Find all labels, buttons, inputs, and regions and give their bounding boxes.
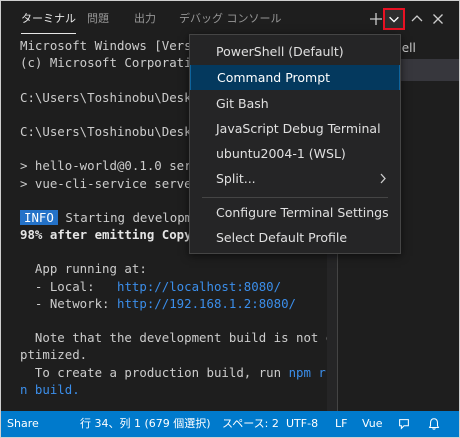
notifications-button[interactable] (427, 411, 441, 437)
npm-run-cont-text: n (20, 381, 35, 397)
plus-icon (370, 13, 382, 25)
terminal-line-network: - Network: http://192.168.1.2:8080/ (20, 295, 336, 312)
split-label: Split... (216, 171, 256, 186)
feedback-icon (399, 419, 409, 430)
menu-item-select-default-profile[interactable]: Select Default Profile (190, 225, 400, 250)
indentation-status[interactable]: スペース: 2 (222, 411, 279, 437)
local-url-link[interactable]: http://localhost:8080/ (117, 279, 281, 294)
tab-problems[interactable]: 問題 (87, 1, 109, 37)
tab-debug-console[interactable]: デバッグ コンソール (179, 1, 282, 37)
build-text: To create a production build, run (20, 364, 289, 380)
feedback-button[interactable] (397, 411, 411, 437)
chevron-down-icon (389, 16, 399, 23)
cursor-position-status[interactable]: 行 34、列 1 (679 個選択) (80, 411, 211, 437)
close-icon (433, 14, 443, 24)
info-text: Starting developm (65, 209, 193, 225)
menu-item-split[interactable]: Split... (190, 166, 400, 191)
vscode-panel: ターミナル 問題 出力 デバッグ コンソール Microsoft Windows (0, 0, 460, 438)
status-bar: Share 行 34、列 1 (679 個選択) スペース: 2 UTF-8 L… (1, 411, 459, 437)
terminal-line: App running at: (20, 261, 147, 277)
share-status-item[interactable]: Share (7, 411, 39, 437)
menu-item-powershell[interactable]: PowerShell (Default) (190, 39, 400, 64)
menu-item-configure-terminal-settings[interactable]: Configure Terminal Settings (190, 200, 400, 225)
close-panel-button[interactable] (428, 9, 448, 29)
build-word: build. (34, 381, 80, 397)
panel-header: ターミナル 問題 出力 デバッグ コンソール (1, 1, 459, 37)
encoding-status[interactable]: UTF-8 (286, 411, 318, 437)
network-url-link[interactable]: http://192.168.1.2:8080/ (117, 296, 296, 311)
local-label: - Local: (20, 278, 117, 294)
chevron-up-icon (411, 15, 423, 22)
launch-profile-menu: PowerShell (Default) Command Prompt Git … (189, 34, 401, 254)
terminal-line-build: To create a production build, run npm ru (20, 364, 336, 381)
chevron-right-icon (378, 166, 388, 200)
terminal-line: Note that the development build is not o (20, 330, 334, 346)
bell-icon (428, 418, 440, 430)
terminal-line: ptimized. (20, 347, 88, 363)
menu-separator (202, 197, 388, 198)
launch-profile-dropdown-button[interactable] (383, 8, 405, 30)
tab-terminal[interactable]: ターミナル (21, 1, 76, 37)
network-label: - Network: (20, 295, 117, 311)
menu-item-javascript-debug-terminal[interactable]: JavaScript Debug Terminal (190, 116, 400, 141)
menu-item-ubuntu-wsl[interactable]: ubuntu2004-1 (WSL) (190, 141, 400, 166)
info-badge: INFO (20, 209, 58, 225)
maximize-panel-button[interactable] (407, 9, 427, 29)
language-mode-status[interactable]: Vue (362, 411, 383, 437)
eol-status[interactable]: LF (335, 411, 347, 437)
terminal-line-local: - Local: http://localhost:8080/ (20, 278, 336, 295)
menu-item-git-bash[interactable]: Git Bash (190, 91, 400, 116)
tab-output[interactable]: 出力 (134, 1, 156, 37)
terminal-line-build-cont: n build. (20, 381, 336, 398)
menu-item-command-prompt[interactable]: Command Prompt (190, 65, 400, 90)
